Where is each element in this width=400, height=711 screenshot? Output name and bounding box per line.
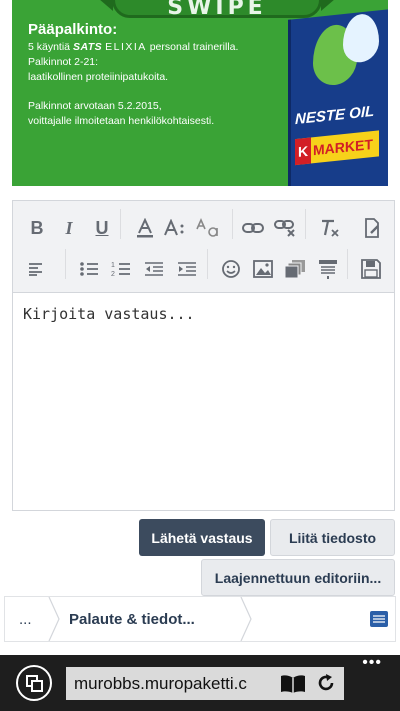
outdent-button[interactable] bbox=[140, 255, 168, 283]
prize-prefix: 5 käyntiä bbox=[28, 41, 71, 53]
font-color-icon bbox=[137, 218, 153, 238]
station-sign: NESTE OIL K MARKET bbox=[288, 8, 388, 186]
promo-title: Pääpalkinto: bbox=[28, 21, 118, 38]
browser-address-bar: ••• murobbs.muropaketti.c bbox=[0, 655, 400, 711]
draw-line-2: voittajalle ilmoitetaan henkilökohtaises… bbox=[28, 115, 215, 127]
font-color-button[interactable] bbox=[131, 214, 159, 242]
kmarket-k: K bbox=[295, 137, 311, 166]
save-draft-button[interactable] bbox=[357, 255, 385, 283]
neste-oil-logo: NESTE OIL bbox=[295, 102, 375, 129]
smiley-icon bbox=[222, 260, 240, 278]
attach-file-button[interactable]: Liitä tiedosto bbox=[270, 519, 395, 556]
insert-link-button[interactable] bbox=[239, 214, 267, 242]
tabs-button[interactable] bbox=[16, 665, 52, 701]
promo-banner[interactable]: SWIPE Pääpalkinto: 5 käyntiä SATS ELIXIA… bbox=[12, 0, 388, 186]
font-family-icon bbox=[196, 218, 218, 237]
kmarket-logo: K MARKET bbox=[295, 130, 379, 166]
url-text: murobbs.muropaketti.c bbox=[74, 673, 247, 693]
bold-button[interactable]: B bbox=[23, 214, 51, 242]
align-left-button[interactable] bbox=[23, 255, 51, 283]
url-field[interactable]: murobbs.muropaketti.c bbox=[66, 667, 344, 700]
svg-text:2: 2 bbox=[111, 271, 115, 278]
font-size-icon bbox=[164, 219, 184, 236]
refresh-icon[interactable] bbox=[316, 673, 336, 693]
insert-image-button[interactable] bbox=[249, 255, 277, 283]
kmarket-text: MARKET bbox=[313, 135, 373, 159]
promo-text: Pääpalkinto: 5 käyntiä SATS ELIXIA perso… bbox=[28, 20, 298, 129]
breadcrumb-current[interactable]: Palaute & tiedot... bbox=[69, 597, 195, 641]
jump-list-icon[interactable] bbox=[369, 610, 389, 628]
remove-format-icon bbox=[322, 219, 339, 237]
breadcrumb-separator-icon bbox=[48, 597, 60, 641]
breadcrumb-ellipsis[interactable]: ... bbox=[19, 597, 32, 641]
more-menu-icon[interactable]: ••• bbox=[362, 655, 382, 671]
save-icon bbox=[361, 259, 381, 279]
prizes-2-21-label: Palkinnot 2-21: bbox=[28, 56, 99, 68]
breadcrumb-separator-icon bbox=[240, 597, 252, 641]
svg-text:1: 1 bbox=[111, 262, 115, 269]
bullet-list-button[interactable] bbox=[75, 255, 103, 283]
swipe-label: SWIPE bbox=[99, 0, 335, 20]
underline-button[interactable]: U bbox=[88, 214, 116, 242]
neste-drop-highlight bbox=[343, 12, 379, 65]
source-icon bbox=[365, 218, 379, 238]
submit-reply-button[interactable]: Lähetä vastaus bbox=[139, 519, 265, 556]
draw-line-1: Palkinnot arvotaan 5.2.2015, bbox=[28, 100, 162, 112]
image-icon bbox=[253, 260, 273, 278]
editor-toolbar: B I U 1 2 bbox=[13, 201, 394, 293]
font-size-button[interactable] bbox=[161, 214, 189, 242]
prizes-2-21-text: laatikollinen proteiinipatukoita. bbox=[28, 71, 169, 83]
quote-button[interactable] bbox=[314, 255, 342, 283]
smiley-button[interactable] bbox=[217, 255, 245, 283]
link-icon bbox=[242, 223, 264, 233]
unlink-icon bbox=[274, 220, 295, 237]
extended-editor-button[interactable]: Laajennettuun editoriin... bbox=[201, 559, 395, 596]
quote-icon bbox=[319, 260, 337, 279]
reply-textarea[interactable]: Kirjoita vastaus... bbox=[13, 294, 394, 510]
outdent-icon bbox=[145, 262, 163, 276]
indent-icon bbox=[178, 262, 196, 276]
font-family-button[interactable] bbox=[194, 214, 222, 242]
numbered-list-icon: 12 bbox=[111, 262, 130, 278]
sats-brand: SATS bbox=[72, 41, 103, 53]
elixia-brand: ELIXIA bbox=[105, 41, 147, 53]
unlink-button[interactable] bbox=[271, 214, 299, 242]
prize-suffix: personal trainerilla. bbox=[149, 41, 239, 53]
align-left-icon bbox=[29, 263, 42, 276]
bullet-list-icon bbox=[80, 262, 98, 276]
insert-media-button[interactable] bbox=[281, 255, 309, 283]
reply-editor: B I U 1 2 Kirjoita vastaus... bbox=[12, 200, 395, 511]
remove-format-button[interactable] bbox=[316, 214, 344, 242]
numbered-list-button[interactable]: 12 bbox=[107, 255, 135, 283]
promo-main-prize: 5 käyntiä SATS ELIXIA personal traineril… bbox=[28, 40, 298, 55]
reading-view-icon[interactable] bbox=[280, 674, 306, 694]
italic-button[interactable]: I bbox=[55, 214, 83, 242]
indent-button[interactable] bbox=[173, 255, 201, 283]
media-icon bbox=[284, 260, 305, 279]
breadcrumb: ... Palaute & tiedot... bbox=[4, 596, 396, 642]
source-mode-button[interactable] bbox=[358, 214, 386, 242]
